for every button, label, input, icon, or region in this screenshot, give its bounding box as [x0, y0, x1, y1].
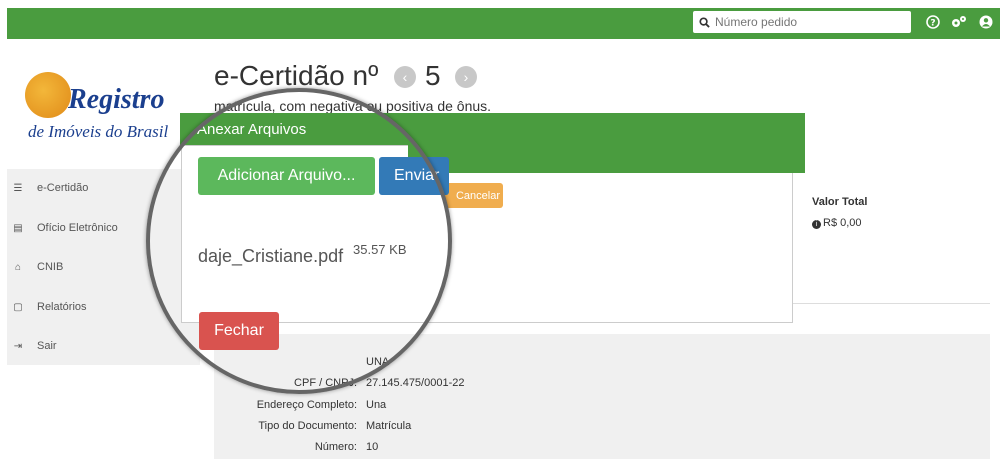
detail-cpf-label: CPF / CNPJ: [294, 377, 357, 389]
detail-cpf-value: 27.145.475/0001-22 [366, 377, 465, 389]
add-file-button[interactable]: Adicionar Arquivo... [198, 157, 375, 195]
order-number-search-input[interactable] [715, 15, 905, 29]
sidebar-item-label: e-Certidão [37, 182, 89, 194]
sidebar-item-cnib[interactable]: ⌂ CNIB [7, 248, 200, 286]
detail-tipo-value: Matrícula [366, 420, 412, 432]
detail-numero-label: Número: [314, 441, 357, 453]
svg-text:?: ? [930, 19, 935, 29]
file-icon: ▢ [13, 301, 23, 313]
close-button[interactable]: Fechar [199, 312, 279, 350]
detail-numero-value: 10 [366, 441, 379, 453]
previous-arrow-icon[interactable]: ‹ [394, 66, 416, 88]
logo-emblem-icon [25, 72, 71, 118]
next-arrow-icon[interactable]: › [455, 66, 477, 88]
modal-title: Anexar Arquivos [180, 113, 805, 145]
sidebar-item-e-certidao[interactable]: ☰ e-Certidão [7, 169, 200, 207]
logo-title: Registro [68, 84, 165, 115]
search-box[interactable] [693, 11, 911, 33]
sign-out-icon: ⇥ [13, 340, 23, 352]
attached-file-size: 35.57 KB [353, 242, 407, 257]
list-icon: ☰ [13, 182, 23, 194]
cancel-button[interactable]: Cancelar [445, 183, 503, 208]
sidebar-item-oficio-eletronico[interactable]: ▤ Ofício Eletrônico [7, 209, 200, 247]
page-subtitle: matrícula, com negativa ou positiva de ô… [214, 98, 492, 114]
valor-total-value: i R$ 0,00 [812, 217, 862, 229]
sidebar-item-sair[interactable]: ⇥ Sair [7, 327, 200, 365]
help-icon[interactable]: ? [924, 13, 942, 31]
logo-subtitle: de Imóveis do Brasil [28, 122, 169, 141]
home-icon: ⌂ [14, 261, 22, 273]
detail-endereco-value: Una [366, 399, 387, 411]
attached-file-name: daje_Cristiane.pdf [198, 246, 344, 266]
send-button[interactable]: Enviar [379, 157, 449, 195]
valor-total-label: Valor Total [812, 196, 868, 208]
document-icon: ▤ [13, 222, 23, 234]
certidao-number: 5 [425, 60, 441, 91]
sidebar-item-label: CNIB [37, 261, 64, 273]
modal-toolbar-strip [408, 145, 805, 173]
sidebar-item-label: Ofício Eletrônico [37, 222, 118, 234]
detail-tipo-label: Tipo do Documento: [258, 420, 357, 432]
search-icon [699, 16, 710, 28]
detail-endereco-label: Endereço Completo: [256, 399, 357, 411]
sidebar-item-relatorios[interactable]: ▢ Relatórios [7, 288, 200, 326]
page-title: e-Certidão nº [214, 60, 379, 91]
settings-icon[interactable] [950, 13, 968, 31]
user-icon[interactable] [977, 13, 995, 31]
detail-name-value: UNA [366, 356, 390, 368]
info-icon: i [812, 220, 821, 229]
sidebar-item-label: Sair [37, 340, 57, 352]
sidebar-item-label: Relatórios [37, 301, 87, 313]
